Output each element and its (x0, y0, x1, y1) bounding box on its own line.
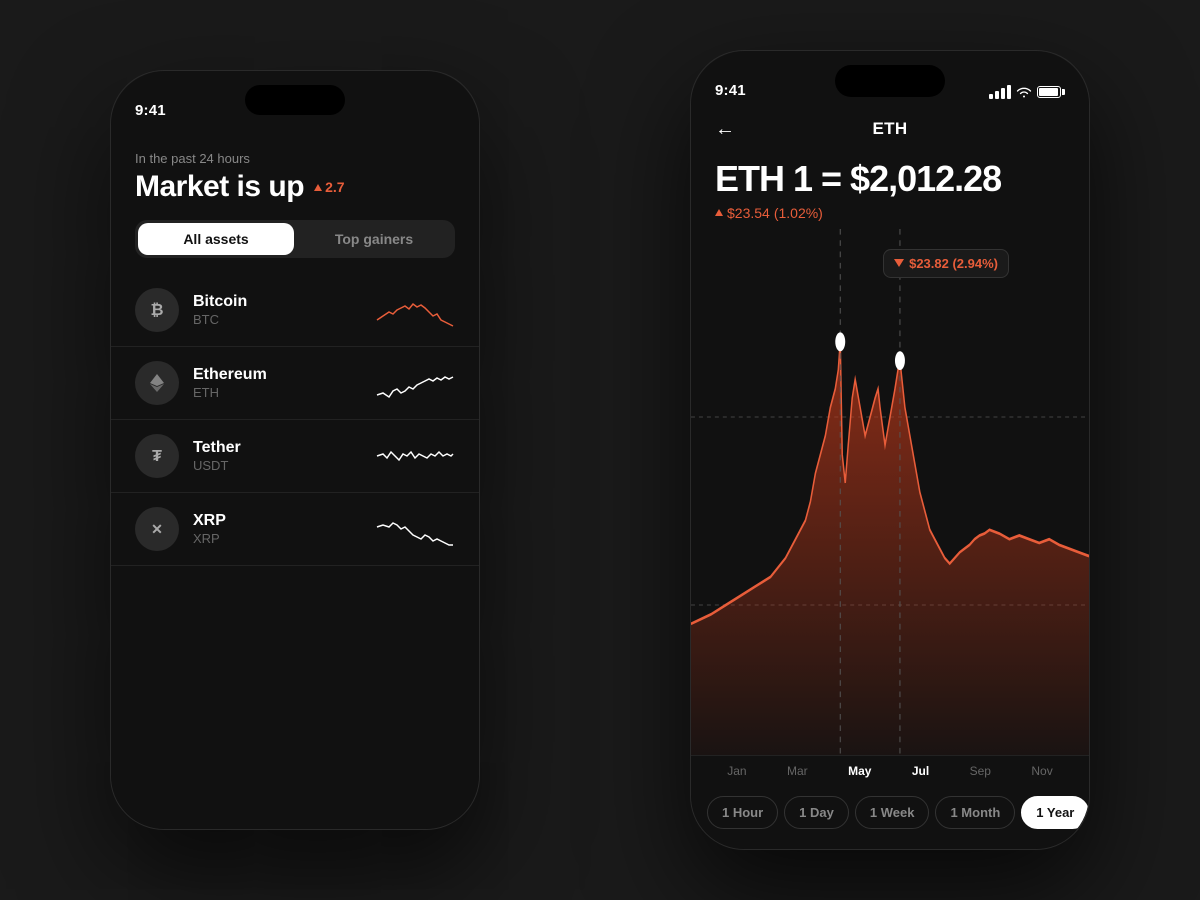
price-chart (691, 229, 1089, 755)
eth-change: $23.54 (1.02%) (715, 205, 1065, 221)
time-nov: Nov (1031, 764, 1052, 778)
asset-item-eth[interactable]: Ethereum ETH (111, 347, 479, 420)
period-1hour[interactable]: 1 Hour (707, 796, 778, 829)
time-jan: Jan (727, 764, 746, 778)
time-sep: Sep (970, 764, 991, 778)
eth-change-amount: $23.54 (727, 205, 770, 221)
period-buttons: 1 Hour 1 Day 1 Week 1 Month 1 Year All (691, 786, 1089, 849)
eth-sparkline (375, 365, 455, 401)
status-time-left: 9:41 (135, 102, 166, 119)
asset-item-xrp[interactable]: ✕ XRP XRP (111, 493, 479, 566)
back-button[interactable]: ← (715, 118, 735, 141)
time-mar: Mar (787, 764, 808, 778)
asset-list: ₿ Bitcoin BTC (111, 274, 479, 566)
svg-text:₿: ₿ (150, 301, 163, 319)
battery-icon (1037, 86, 1065, 98)
tab-all-assets[interactable]: All assets (138, 223, 294, 255)
btc-icon: ₿ (135, 288, 179, 332)
usdt-info: Tether USDT (193, 439, 361, 473)
usdt-icon: ₮ (135, 434, 179, 478)
dynamic-island-right (835, 65, 945, 97)
right-phone-screen: 9:41 (691, 51, 1089, 849)
time-jul: Jul (912, 764, 929, 778)
btc-symbol: BTC (193, 312, 361, 327)
phone-left: 9:41 In the past 24 hours Market is up 2… (110, 70, 480, 830)
time-axis: Jan Mar May Jul Sep Nov (691, 755, 1089, 786)
time-may: May (848, 764, 871, 778)
usdt-symbol: USDT (193, 458, 361, 473)
eth-header: ← ETH (691, 111, 1089, 143)
wifi-icon (1016, 86, 1032, 98)
eth-change-percent: (1.02%) (774, 205, 823, 221)
market-title: Market is up (135, 170, 304, 204)
xrp-name: XRP (193, 512, 361, 530)
eth-icon (135, 361, 179, 405)
tooltip-value: $23.82 (2.94%) (909, 256, 998, 271)
tab-top-gainers[interactable]: Top gainers (296, 223, 452, 255)
phone-right: 9:41 (690, 50, 1090, 850)
eth-name: Ethereum (193, 366, 361, 384)
xrp-symbol: XRP (193, 531, 361, 546)
status-time-right: 9:41 (715, 82, 746, 99)
usdt-name: Tether (193, 439, 361, 457)
period-1year[interactable]: 1 Year (1021, 796, 1089, 829)
signal-icon (989, 85, 1011, 99)
period-1day[interactable]: 1 Day (784, 796, 849, 829)
eth-info: Ethereum ETH (193, 366, 361, 400)
xrp-info: XRP XRP (193, 512, 361, 546)
chart-tooltip: $23.82 (2.94%) (883, 249, 1009, 278)
svg-text:₮: ₮ (152, 448, 162, 465)
market-change: 2.7 (314, 179, 344, 195)
eth-symbol: ETH (193, 385, 361, 400)
status-icons (989, 85, 1065, 99)
svg-text:✕: ✕ (151, 521, 163, 537)
eth-price: ETH 1 = $2,012.28 (715, 159, 1065, 199)
scene: 9:41 In the past 24 hours Market is up 2… (50, 40, 1150, 860)
xrp-icon: ✕ (135, 507, 179, 551)
right-content: ← ETH ETH 1 = $2,012.28 $23.54 (1.02%) (691, 51, 1089, 849)
asset-item-usdt[interactable]: ₮ Tether USDT (111, 420, 479, 493)
asset-tabs: All assets Top gainers (135, 220, 455, 258)
market-header: In the past 24 hours Market is up 2.7 (111, 131, 479, 220)
market-subtitle: In the past 24 hours (135, 151, 455, 166)
tooltip-down-icon (894, 259, 904, 267)
btc-sparkline (375, 292, 455, 328)
up-arrow-icon (314, 184, 322, 191)
btc-name: Bitcoin (193, 293, 361, 311)
market-title-row: Market is up 2.7 (135, 170, 455, 204)
period-1month[interactable]: 1 Month (935, 796, 1015, 829)
dynamic-island-left (245, 85, 345, 115)
eth-price-section: ETH 1 = $2,012.28 $23.54 (1.02%) (691, 143, 1089, 229)
chart-container: $23.82 (2.94%) (691, 229, 1089, 755)
usdt-sparkline (375, 438, 455, 474)
asset-item-btc[interactable]: ₿ Bitcoin BTC (111, 274, 479, 347)
price-up-icon (715, 209, 723, 216)
period-1week[interactable]: 1 Week (855, 796, 930, 829)
left-phone-screen: 9:41 In the past 24 hours Market is up 2… (111, 71, 479, 829)
xrp-sparkline (375, 511, 455, 547)
market-change-value: 2.7 (325, 179, 344, 195)
eth-page-title: ETH (873, 119, 908, 139)
left-content: In the past 24 hours Market is up 2.7 Al… (111, 71, 479, 829)
btc-info: Bitcoin BTC (193, 293, 361, 327)
